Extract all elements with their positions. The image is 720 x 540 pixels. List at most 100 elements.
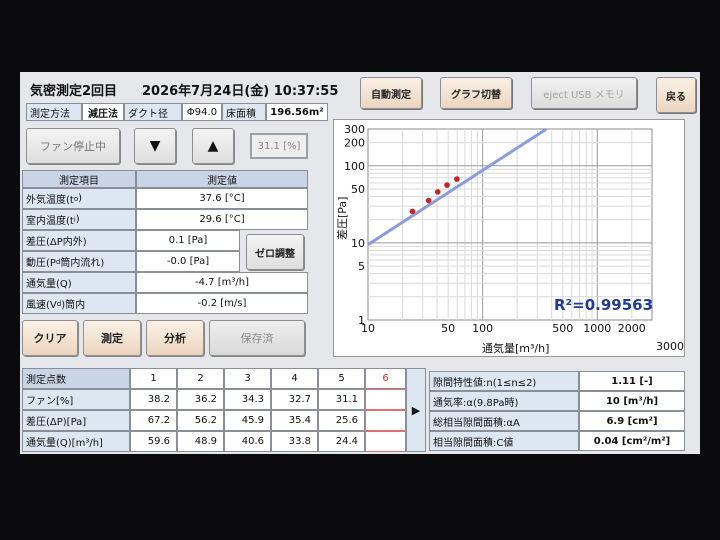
- duct-label: ダクト径: [124, 103, 182, 121]
- measure-item-header: 測定項目: [22, 170, 136, 188]
- measure-label-tail: ): [78, 193, 83, 204]
- y-tick-label: 50: [351, 183, 365, 196]
- point-column-header: 2: [177, 368, 224, 389]
- back-button[interactable]: 戻る: [656, 77, 696, 113]
- datetime: 2026年7月24日(金) 10:37:55: [142, 84, 339, 99]
- x-tick-label: 1000: [583, 322, 611, 335]
- points-cell: 38.2: [130, 389, 177, 410]
- points-cell: 35.4: [271, 410, 318, 431]
- measurement-screen: 気密測定2回目 2026年7月24日(金) 10:37:55 自動測定 グラフ切…: [20, 72, 700, 454]
- x-axis-label: 通気量[m³/h]: [482, 341, 549, 355]
- points-cell: 48.9: [177, 431, 224, 452]
- point-column-header: 5: [318, 368, 365, 389]
- measure-row-label: 通気量(Q): [22, 272, 136, 293]
- down-arrow-icon: ▼: [149, 138, 161, 154]
- measure-row-label: 外気温度(t o): [22, 188, 136, 209]
- point-column-header: 4: [271, 368, 318, 389]
- result-label: 総相当隙間面積:αA: [429, 411, 579, 431]
- measure-label-tail: )筒内: [61, 300, 86, 311]
- y-axis-label: 差圧[Pa]: [335, 197, 349, 240]
- measure-value-header: 測定値: [136, 170, 308, 188]
- fan-down-button[interactable]: ▼: [134, 128, 176, 164]
- points-cell: [365, 431, 406, 452]
- measure-label-text: 差圧(ΔP内外): [26, 237, 87, 248]
- saved-button[interactable]: 保存済: [209, 320, 305, 356]
- r-squared-annotation: R²=0.99563: [554, 296, 653, 314]
- points-cell: 45.9: [224, 410, 271, 431]
- measure-label-text: 通気量(Q): [26, 279, 72, 290]
- points-header-label: 測定点数: [22, 368, 130, 389]
- eject-usb-button[interactable]: eject USB メモリ: [531, 77, 637, 109]
- auto-measure-button[interactable]: 自動測定: [360, 77, 422, 109]
- method-value: 減圧法: [82, 103, 124, 121]
- result-value: 10 [m³/h]: [579, 391, 685, 411]
- measure-button[interactable]: 測定: [83, 320, 141, 356]
- chart-panel: 10 50 100 500 1000 2000 3000 1 5 10 50 100 200 300 R²…: [333, 119, 685, 357]
- points-cell: 25.6: [318, 410, 365, 431]
- data-point: [409, 208, 416, 215]
- zero-adjust-button[interactable]: ゼロ調整: [246, 234, 304, 270]
- x-tick-label: 2000: [618, 322, 646, 335]
- measure-row-label: 差圧(ΔP内外): [22, 230, 136, 251]
- points-cell: 59.6: [130, 431, 177, 452]
- measure-label-tail: 筒内流れ): [60, 258, 105, 269]
- points-cell: 33.8: [271, 431, 318, 452]
- points-cell: 67.2: [130, 410, 177, 431]
- result-label: 通気率:α(9.8Pa時): [429, 391, 579, 411]
- x-tick-label: 3000: [656, 340, 684, 353]
- floor-label: 床面積: [222, 103, 266, 121]
- measure-row-label: 動圧(P d 筒内流れ): [22, 251, 136, 272]
- points-cell: 36.2: [177, 389, 224, 410]
- measure-label-text: 室内温度(t: [26, 216, 74, 227]
- measure-label-text: 外気温度(t: [26, 195, 74, 206]
- y-tick-label: 5: [358, 260, 365, 273]
- point-column-header: 3: [224, 368, 271, 389]
- points-cell: 32.7: [271, 389, 318, 410]
- floor-value: 196.56m²: [266, 103, 328, 121]
- measure-row-label: 室内温度(t i): [22, 209, 136, 230]
- next-page-arrow[interactable]: ▶: [406, 368, 426, 452]
- plot-area: [367, 128, 653, 321]
- measure-label-text: 動圧(P: [26, 258, 56, 269]
- up-arrow-icon: ▲: [207, 138, 219, 154]
- fan-up-button[interactable]: ▲: [192, 128, 234, 164]
- x-tick-label: 50: [441, 322, 455, 335]
- fan-stop-button[interactable]: ファン停止中: [26, 128, 120, 164]
- data-point: [444, 182, 450, 188]
- measure-row-value: -0.2 [m/s]: [136, 293, 308, 314]
- data-point: [434, 189, 441, 195]
- measure-row-value: 29.6 [°C]: [136, 209, 308, 230]
- method-label: 測定方法: [26, 103, 82, 121]
- point-column-header: 6: [365, 368, 406, 389]
- result-label: 隙間特性値:n(1≤n≤2): [429, 371, 579, 391]
- points-cell: 24.4: [318, 431, 365, 452]
- measure-row-value: -4.7 [m³/h]: [136, 272, 308, 293]
- duct-value: Φ94.0: [182, 103, 222, 121]
- measure-row-value: -0.0 [Pa]: [136, 251, 240, 272]
- measure-row-label: 風速(V d)筒内: [22, 293, 136, 314]
- data-point: [425, 197, 432, 204]
- clear-button[interactable]: クリア: [22, 320, 78, 356]
- analyze-button[interactable]: 分析: [146, 320, 204, 356]
- play-arrow-icon: ▶: [411, 403, 421, 417]
- measure-row-value: 0.1 [Pa]: [136, 230, 240, 251]
- result-value: 6.9 [cm²]: [579, 411, 685, 431]
- result-value: 0.04 [cm²/m²]: [579, 431, 685, 451]
- points-cell: 31.1: [318, 389, 365, 410]
- measure-label-tail: ): [75, 214, 80, 225]
- measure-row-value: 37.6 [°C]: [136, 188, 308, 209]
- points-row-label: 差圧(ΔP)[Pa]: [22, 410, 130, 431]
- x-tick-label: 100: [472, 322, 493, 335]
- graph-switch-button[interactable]: グラフ切替: [440, 77, 512, 109]
- point-column-header: 1: [130, 368, 177, 389]
- x-tick-label: 500: [552, 322, 573, 335]
- screen-title: 気密測定2回目: [30, 84, 118, 99]
- fan-percent-display: 31.1 [%]: [250, 133, 308, 159]
- y-tick-label: 300: [344, 123, 365, 136]
- measure-label-text: 風速(V: [26, 300, 57, 311]
- points-cell: [365, 410, 406, 431]
- y-tick-label: 10: [351, 237, 365, 250]
- result-label: 相当隙間面積:C値: [429, 431, 579, 451]
- pressure-flow-chart: 10 50 100 500 1000 20003000151050100200300 R²…: [335, 123, 684, 355]
- points-cell: 40.6: [224, 431, 271, 452]
